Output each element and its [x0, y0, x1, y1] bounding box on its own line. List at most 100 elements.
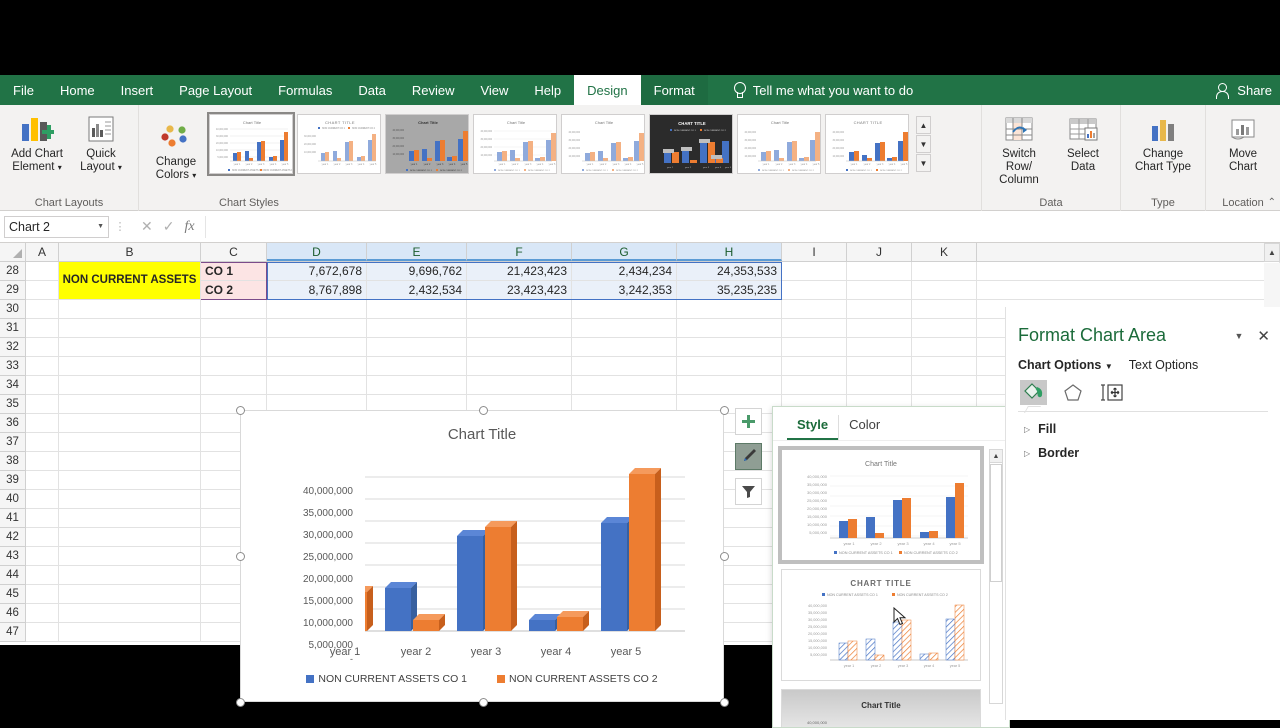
cell-E33[interactable] [367, 357, 467, 376]
cell-I31[interactable] [782, 319, 847, 338]
formula-bar-grip[interactable]: ⋮ [109, 220, 131, 233]
column-header-G[interactable]: G [572, 243, 677, 261]
cell-C29[interactable]: CO 2 [201, 281, 267, 300]
cell-A42[interactable] [26, 528, 59, 547]
row-header-33[interactable]: 33 [0, 357, 25, 376]
cell-C28[interactable]: CO 1 [201, 262, 267, 281]
row-header-29[interactable]: 29 [0, 281, 25, 300]
cell-L29[interactable] [977, 281, 1280, 300]
pane-chart-options-tab[interactable]: Chart Options ▼ [1018, 358, 1113, 372]
cell-E29[interactable]: 2,432,534 [367, 281, 467, 300]
cell-A43[interactable] [26, 547, 59, 566]
chart-styles-gallery-nav[interactable]: ▲ ▼ ▼ [916, 116, 931, 172]
chart-style-thumb-3[interactable]: Chart Title 40,000,000 30,000,000 20,000,0… [385, 114, 469, 174]
row-header-39[interactable]: 39 [0, 471, 25, 490]
cell-B43[interactable] [59, 547, 201, 566]
cell-B36[interactable] [59, 414, 201, 433]
cell-A32[interactable] [26, 338, 59, 357]
chart-handle-s[interactable] [479, 698, 488, 707]
cell-I28[interactable] [782, 262, 847, 281]
cell-H29[interactable]: 35,235,235 [677, 281, 782, 300]
cell-A36[interactable] [26, 414, 59, 433]
row-header-31[interactable]: 31 [0, 319, 25, 338]
ribbon-tab-insert[interactable]: Insert [108, 75, 167, 105]
cell-C33[interactable] [201, 357, 267, 376]
cell-D29[interactable]: 8,767,898 [267, 281, 367, 300]
flyout-tab-style[interactable]: Style [787, 415, 839, 440]
quick-layout-button[interactable]: Quick Layout ▾ [70, 109, 132, 178]
pane-section-border[interactable]: ▷ Border [1006, 436, 1280, 460]
fill-line-icon[interactable] [1020, 380, 1047, 405]
cell-B42[interactable] [59, 528, 201, 547]
cell-H33[interactable] [677, 357, 782, 376]
cell-F28[interactable]: 21,423,423 [467, 262, 572, 281]
ribbon-tab-file[interactable]: File [0, 75, 47, 105]
cell-D30[interactable] [267, 300, 367, 319]
cell-A28[interactable] [26, 262, 59, 281]
legend-item-series-2[interactable]: NON CURRENT ASSETS CO 2 [497, 673, 658, 685]
name-box[interactable]: Chart 2 ▼ [4, 215, 109, 238]
style-card-3[interactable]: Chart Title 40,000,00035,000,000 [781, 689, 981, 727]
cell-B35[interactable] [59, 395, 201, 414]
flyout-scroll-thumb[interactable] [990, 464, 1002, 582]
cell-A31[interactable] [26, 319, 59, 338]
cell-I32[interactable] [782, 338, 847, 357]
cell-H30[interactable] [677, 300, 782, 319]
cell-K32[interactable] [912, 338, 977, 357]
style-card-2[interactable]: CHART TITLE NON CURRENT ASSETS CO 1 NON C… [781, 569, 981, 681]
row-header-40[interactable]: 40 [0, 490, 25, 509]
collapse-ribbon-button[interactable]: ⌃ [1268, 197, 1276, 208]
scroll-up-button[interactable]: ▲ [1264, 243, 1280, 262]
row-header-36[interactable]: 36 [0, 414, 25, 433]
fx-icon[interactable]: fx [184, 219, 194, 235]
cell-A34[interactable] [26, 376, 59, 395]
cell-J31[interactable] [847, 319, 912, 338]
ribbon-tab-formulas[interactable]: Formulas [265, 75, 345, 105]
chart-styles-gallery[interactable]: Chart Title 40,000,000 30,000,000 20,000,0… [207, 109, 931, 176]
chart-style-thumb-1[interactable]: Chart Title 40,000,000 30,000,000 20,000,0… [207, 112, 295, 176]
cell-G30[interactable] [572, 300, 677, 319]
gallery-more-button[interactable]: ▼ [916, 154, 931, 172]
ribbon-tab-format[interactable]: Format [640, 75, 708, 105]
chevron-down-icon[interactable]: ▼ [1235, 331, 1244, 341]
ribbon-tab-page-layout[interactable]: Page Layout [166, 75, 265, 105]
chart-handle-nw[interactable] [236, 406, 245, 415]
style-card-1[interactable]: Chart Title 40,000,000 35,000,000 30,000,0… [778, 446, 984, 564]
chart-handle-ne[interactable] [720, 406, 729, 415]
row-header-43[interactable]: 43 [0, 547, 25, 566]
column-header-J[interactable]: J [847, 243, 912, 261]
row-header-34[interactable]: 34 [0, 376, 25, 395]
cell-G32[interactable] [572, 338, 677, 357]
ribbon-tab-design[interactable]: Design [574, 75, 641, 105]
effects-pentagon-icon[interactable] [1059, 380, 1086, 405]
chart-elements-button[interactable] [735, 408, 762, 435]
row-header-32[interactable]: 32 [0, 338, 25, 357]
ribbon-tab-view[interactable]: View [467, 75, 521, 105]
cell-J34[interactable] [847, 376, 912, 395]
column-header-C[interactable]: C [201, 243, 267, 261]
ribbon-tab-home[interactable]: Home [47, 75, 108, 105]
cell-G34[interactable] [572, 376, 677, 395]
cell-H28[interactable]: 24,353,533 [677, 262, 782, 281]
row-header-38[interactable]: 38 [0, 452, 25, 471]
cell-A40[interactable] [26, 490, 59, 509]
cell-G29[interactable]: 3,242,353 [572, 281, 677, 300]
row-header-44[interactable]: 44 [0, 566, 25, 585]
change-chart-type-button[interactable]: Change Chart Type [1127, 109, 1199, 178]
ribbon-tab-data[interactable]: Data [345, 75, 398, 105]
tell-me-box[interactable]: Tell me what you want to do [732, 75, 913, 105]
cell-B32[interactable] [59, 338, 201, 357]
switch-row-column-button[interactable]: Switch Row/Column [988, 109, 1050, 191]
row-header-28[interactable]: 28 [0, 262, 25, 281]
ribbon-tab-help[interactable]: Help [521, 75, 574, 105]
cell-A29[interactable] [26, 281, 59, 300]
cell-J30[interactable] [847, 300, 912, 319]
row-header-41[interactable]: 41 [0, 509, 25, 528]
cell-B39[interactable] [59, 471, 201, 490]
cell-A37[interactable] [26, 433, 59, 452]
cell-A30[interactable] [26, 300, 59, 319]
cell-B33[interactable] [59, 357, 201, 376]
cell-A38[interactable] [26, 452, 59, 471]
cell-I30[interactable] [782, 300, 847, 319]
cell-H34[interactable] [677, 376, 782, 395]
